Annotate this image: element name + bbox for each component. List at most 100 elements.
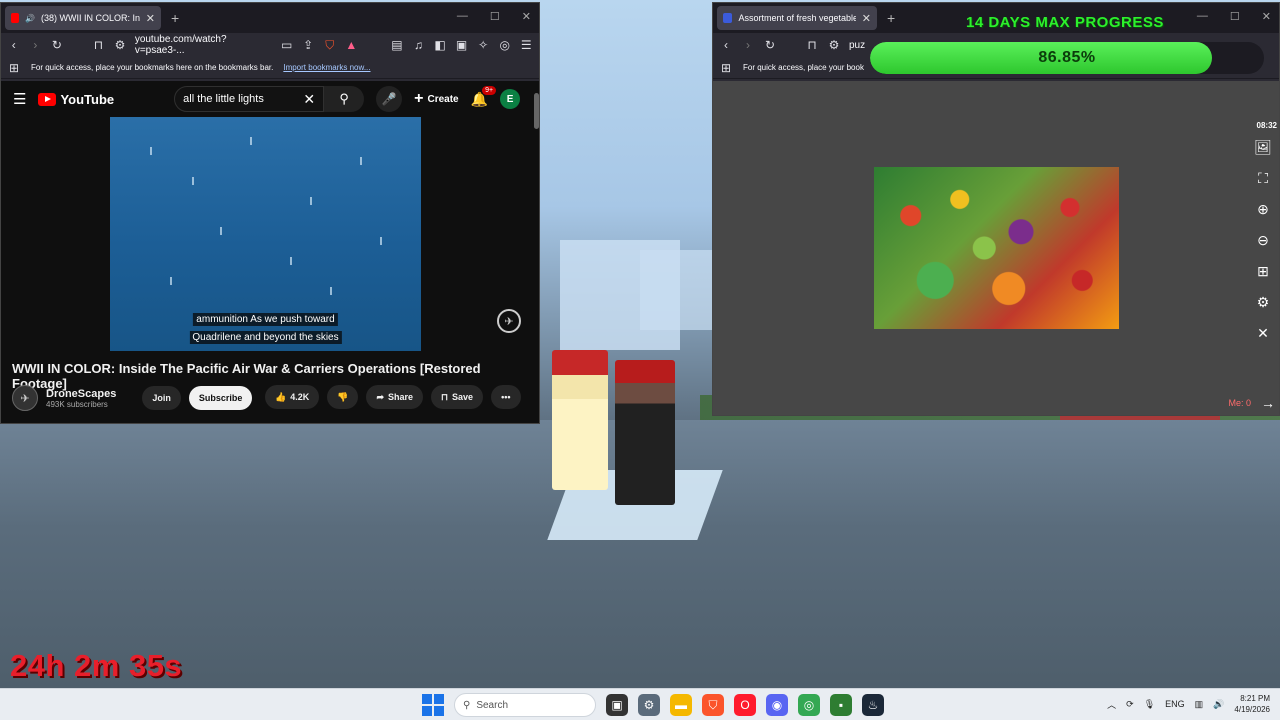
reload-icon[interactable]: ↻	[50, 38, 64, 52]
site-info-icon[interactable]: ⚙	[827, 38, 841, 52]
settings-app-icon[interactable]: ⚙	[638, 694, 660, 716]
create-button[interactable]: + Create	[414, 90, 458, 108]
puzzle-board[interactable]	[874, 167, 1119, 329]
search-input[interactable]: all the little lights ✕	[174, 86, 325, 112]
bookmark-icon[interactable]: ⊓	[92, 38, 106, 52]
language-indicator[interactable]: ENG	[1165, 699, 1185, 709]
maximize-icon[interactable]: ☐	[490, 10, 500, 23]
back-icon[interactable]: ‹	[7, 38, 21, 52]
like-button[interactable]: 👍 4.2K	[265, 385, 320, 409]
share-button[interactable]: ➦ Share	[366, 385, 424, 409]
windows-start-icon[interactable]	[422, 694, 444, 716]
close-tab-icon[interactable]: ✕	[862, 12, 871, 25]
clear-search-icon[interactable]: ✕	[303, 91, 315, 108]
site-info-icon[interactable]: ⚙	[113, 38, 127, 52]
bookmark-icon[interactable]: ⊓	[805, 38, 819, 52]
more-actions-button[interactable]: •••	[491, 385, 521, 409]
close-window-icon[interactable]: ✕	[522, 10, 531, 23]
clock[interactable]: 8:21 PM 4/19/2026	[1234, 693, 1270, 715]
url-field[interactable]: puz	[849, 40, 865, 51]
youtube-page: ☰ YouTube all the little lights ✕ ⚲ 🎤 + …	[1, 81, 539, 423]
fullscreen-icon[interactable]: ⛶	[1258, 170, 1268, 187]
sync-icon[interactable]: ⟳	[1126, 699, 1134, 710]
subscribe-button[interactable]: Subscribe	[188, 386, 253, 410]
reader-icon[interactable]: ▤	[390, 38, 404, 52]
import-bookmarks-link[interactable]: Import bookmarks now...	[283, 63, 370, 72]
chrome-icon[interactable]: ◎	[798, 694, 820, 716]
music-icon[interactable]: ♫	[412, 38, 426, 52]
close-window-icon[interactable]: ✕	[1262, 10, 1271, 23]
player-character-1	[552, 350, 608, 490]
network-icon[interactable]: ▥	[1195, 699, 1204, 710]
channel-watermark-icon[interactable]: ✈	[497, 309, 521, 333]
minimize-icon[interactable]: —	[1197, 10, 1208, 23]
app-icon[interactable]: ▪	[830, 694, 852, 716]
task-view-icon[interactable]: ▣	[606, 694, 628, 716]
apps-grid-icon[interactable]: ⊞	[719, 61, 733, 75]
new-tab-button[interactable]: +	[887, 10, 895, 26]
speaker-icon[interactable]: 🔊	[25, 14, 35, 23]
url-field[interactable]: youtube.com/watch?v=psae3-...	[135, 34, 272, 56]
hamburger-menu-icon[interactable]: ☰	[13, 90, 26, 108]
steam-icon[interactable]: ♨	[862, 694, 884, 716]
tab-puzzle[interactable]: Assortment of fresh vegetables ✕	[717, 6, 877, 30]
forward-icon[interactable]: ›	[741, 38, 755, 52]
apps-grid-icon[interactable]: ⊞	[7, 61, 21, 75]
brave-shield-icon[interactable]: ⛉	[323, 38, 337, 53]
wallet-icon[interactable]: ▣	[455, 38, 469, 52]
discord-icon[interactable]: ◉	[766, 694, 788, 716]
channel-name[interactable]: DroneScapes	[46, 388, 116, 400]
video-player[interactable]: ammunition As we push toward Quadrilene …	[110, 117, 421, 351]
caption-line-1: ammunition As we push toward	[193, 313, 338, 326]
bookmark-add-icon: ⊓	[441, 391, 449, 402]
mic-tray-icon[interactable]: 🎙	[1144, 699, 1155, 710]
youtube-logo[interactable]: YouTube	[38, 92, 114, 107]
image-preview-icon[interactable]: 🖼	[1254, 139, 1272, 156]
zoom-in-icon[interactable]: ⊕	[1257, 201, 1269, 218]
save-button[interactable]: ⊓ Save	[431, 385, 484, 409]
new-tab-button[interactable]: +	[171, 10, 179, 26]
opera-browser-icon[interactable]: O	[734, 694, 756, 716]
brave-browser-icon[interactable]: ⛉	[702, 694, 724, 716]
notifications-button[interactable]: 🔔 9+	[471, 85, 497, 108]
close-tab-icon[interactable]: ✕	[146, 12, 155, 25]
tab-youtube[interactable]: 🔊 (38) WWII IN COLOR: Inside T ✕	[5, 6, 161, 30]
search-button[interactable]: ⚲	[324, 86, 365, 112]
taskbar-search[interactable]: ⚲ Search	[454, 693, 596, 717]
microphone-icon: 🎤	[381, 92, 397, 106]
join-button[interactable]: Join	[142, 386, 181, 410]
sidebar-icon[interactable]: ◧	[433, 38, 447, 52]
search-query: all the little lights	[183, 93, 264, 105]
caption-line-2: Quadrilene and beyond the skies	[189, 331, 342, 344]
arrow-right-icon[interactable]: →	[1261, 395, 1275, 411]
voice-search-button[interactable]: 🎤	[376, 86, 403, 112]
settings-icon[interactable]: ⚙	[1257, 294, 1270, 311]
forward-icon[interactable]: ›	[29, 38, 43, 52]
video-caption: ammunition As we push toward Quadrilene …	[189, 309, 342, 345]
channel-avatar[interactable]: ✈	[12, 385, 38, 411]
arrange-pieces-icon[interactable]: ⊞	[1257, 263, 1269, 280]
progress-bar: 86.85%	[870, 42, 1264, 74]
back-icon[interactable]: ‹	[719, 38, 733, 52]
page-scrollbar[interactable]	[534, 93, 539, 129]
tray-expand-icon[interactable]: ︿	[1107, 698, 1116, 711]
reload-icon[interactable]: ↻	[763, 38, 777, 52]
share-icon: ➦	[376, 391, 384, 402]
maximize-icon[interactable]: ☐	[1230, 10, 1240, 23]
youtube-play-icon	[38, 92, 57, 106]
vpn-icon[interactable]: ◎	[498, 38, 512, 52]
minimize-icon[interactable]: —	[457, 10, 468, 23]
account-avatar[interactable]: E	[500, 89, 521, 109]
leo-icon[interactable]: ✧	[476, 38, 490, 52]
menu-icon[interactable]: ☰	[519, 38, 533, 52]
pip-icon[interactable]: ▭	[280, 38, 294, 52]
dislike-button[interactable]: 👎	[327, 385, 359, 409]
share-page-icon[interactable]: ⇪	[301, 38, 315, 52]
volume-icon[interactable]: 🔊	[1213, 699, 1224, 710]
zoom-out-icon[interactable]: ⊖	[1257, 232, 1269, 249]
brave-rewards-icon[interactable]: ▲	[345, 38, 359, 52]
share-label: Share	[388, 392, 414, 402]
file-explorer-icon[interactable]: ▬	[670, 694, 692, 716]
close-icon[interactable]: ✕	[1257, 325, 1269, 342]
taskbar-search-placeholder: Search	[476, 699, 509, 711]
